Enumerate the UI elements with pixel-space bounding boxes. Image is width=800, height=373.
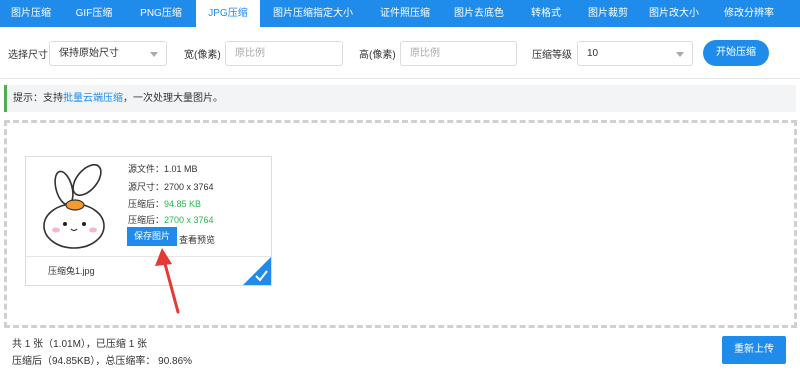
start-compress-button[interactable]: 开始压缩 <box>703 40 769 66</box>
source-size: 源文件：1.01 MB <box>128 164 198 174</box>
width-input[interactable] <box>235 43 342 64</box>
file-name: 压缩兔1.jpg <box>48 266 95 276</box>
tab-image-crop[interactable]: 图片裁剪 <box>578 0 638 27</box>
tab-id-photo-compress[interactable]: 证件照压缩 <box>366 0 444 27</box>
level-select-value: 10 <box>587 48 599 59</box>
chevron-down-icon <box>150 52 158 57</box>
rabbit-thumbnail <box>29 160 119 250</box>
reupload-button[interactable]: 重新上传 <box>722 336 786 364</box>
hint-bar: 提示：支持批量云端压缩，一次处理大量图片。 <box>4 85 796 112</box>
tool-tab-bar: 图片压缩 GIF压缩 PNG压缩 JPG压缩 图片压缩指定大小 证件照压缩 图片… <box>0 0 800 27</box>
hint-suffix: ，一次处理大量图片。 <box>123 93 223 104</box>
tab-compress-to-size[interactable]: 图片压缩指定大小 <box>260 0 366 27</box>
chevron-down-icon <box>676 52 684 57</box>
size-label: 选择尺寸 <box>8 50 48 61</box>
compressed-size-label: 压缩后： <box>128 199 165 209</box>
tab-jpg-compress[interactable]: JPG压缩 <box>196 0 260 27</box>
summary-count: 共 1 张（1.01M），已压缩 1 张 <box>12 339 148 350</box>
compressed-dim-value: 2700 x 3764 <box>164 215 214 225</box>
height-label: 高(像素) <box>359 50 396 61</box>
red-arrow-annotation <box>155 248 180 314</box>
height-input[interactable] <box>410 43 516 64</box>
tab-remove-background[interactable]: 图片去底色 <box>444 0 514 27</box>
width-label: 宽(像素) <box>184 50 221 61</box>
options-row: 选择尺寸 保持原始尺寸 宽(像素) 高(像素) 压缩等级 10 开始压缩 <box>0 27 800 79</box>
compressed-dim-label: 压缩后： <box>128 215 165 225</box>
compressed-size: 压缩后：94.85 KB <box>128 197 201 210</box>
tab-image-resize[interactable]: 图片改大小 <box>638 0 710 27</box>
tab-png-compress[interactable]: PNG压缩 <box>126 0 196 27</box>
tab-image-compress[interactable]: 图片压缩 <box>0 0 62 27</box>
hint-prefix: 提示：支持 <box>13 93 63 104</box>
check-icon <box>243 257 271 285</box>
tab-change-resolution[interactable]: 修改分辨率 <box>710 0 788 27</box>
file-card: 源文件：1.01 MB 源尺寸：2700 x 3764 压缩后：94.85 KB… <box>25 156 272 286</box>
card-divider <box>26 256 271 257</box>
summary-ratio: 压缩后（94.85KB），总压缩率： 90.86% <box>12 356 193 367</box>
compressed-dimensions: 压缩后：2700 x 3764 <box>128 213 214 226</box>
level-select[interactable]: 10 <box>577 41 693 66</box>
height-field[interactable] <box>400 41 517 66</box>
compressed-size-value: 94.85 KB <box>164 199 202 209</box>
size-select[interactable]: 保持原始尺寸 <box>49 41 167 66</box>
batch-cloud-compress-link[interactable]: 批量云端压缩 <box>63 93 123 104</box>
tab-gif-compress[interactable]: GIF压缩 <box>62 0 126 27</box>
size-select-value: 保持原始尺寸 <box>59 48 119 59</box>
source-dimensions: 源尺寸：2700 x 3764 <box>128 182 214 192</box>
level-label: 压缩等级 <box>532 50 572 61</box>
tab-convert-format[interactable]: 转格式 <box>514 0 578 27</box>
width-field[interactable] <box>225 41 343 66</box>
